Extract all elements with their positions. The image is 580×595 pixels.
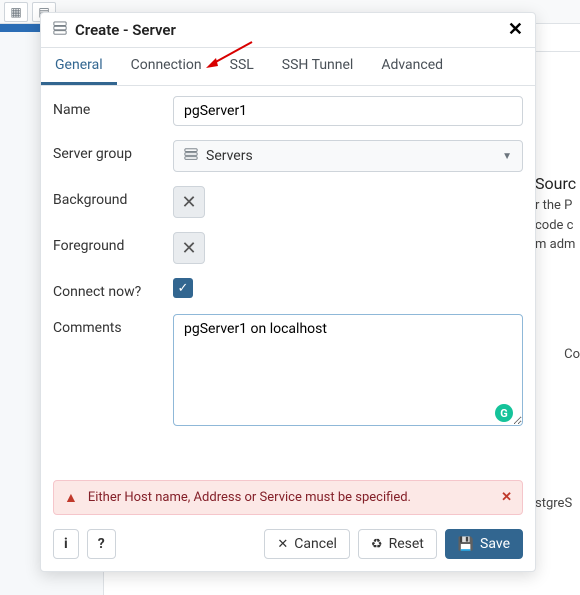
bg-right-heading: Sourc (535, 172, 580, 196)
grammarly-icon[interactable]: G (495, 404, 513, 422)
label-background: Background (53, 186, 173, 208)
bg-right-bottom: stgreS (535, 494, 580, 514)
comments-textarea[interactable]: pgServer1 on localhost (173, 314, 523, 426)
row-background: Background ✕ (53, 186, 523, 218)
tab-advanced[interactable]: Advanced (367, 48, 457, 85)
alert-close-icon[interactable]: ✕ (501, 490, 512, 505)
tab-connection[interactable]: Connection (117, 48, 216, 85)
cancel-label: Cancel (294, 536, 337, 552)
label-foreground: Foreground (53, 232, 173, 254)
dialog-tabs: General Connection SSL SSH Tunnel Advanc… (41, 48, 535, 86)
close-icon: ✕ (277, 537, 288, 552)
row-connect-now: Connect now? ✓ (53, 278, 523, 300)
bg-right-line: r the P (535, 196, 580, 216)
label-connect-now: Connect now? (53, 278, 173, 300)
alert-message: Either Host name, Address or Service mus… (88, 490, 411, 505)
bg-right-col: Co (535, 345, 580, 365)
cancel-button[interactable]: ✕ Cancel (264, 529, 350, 559)
recycle-icon: ♻ (371, 537, 383, 552)
dialog-header: Create - Server ✕ (41, 13, 535, 48)
clear-icon: ✕ (181, 192, 196, 213)
info-button[interactable]: i (53, 529, 79, 559)
help-icon: ? (98, 536, 105, 552)
row-server-group: Server group Servers ▼ (53, 140, 523, 172)
bg-right-line: code c (535, 216, 580, 236)
tab-ssl[interactable]: SSL (216, 48, 268, 85)
form-general: Name Server group Servers ▼ (41, 86, 535, 469)
create-server-dialog: Create - Server ✕ General Connection SSL… (40, 12, 536, 572)
chevron-down-icon: ▼ (502, 151, 512, 162)
save-label: Save (480, 536, 510, 552)
info-icon: i (64, 536, 68, 552)
bg-tool-grid-icon[interactable]: ▦ (4, 2, 28, 22)
error-alert: ▲ Either Host name, Address or Service m… (53, 480, 523, 515)
dialog-footer: ▲ Either Host name, Address or Service m… (41, 469, 535, 571)
label-comments: Comments (53, 314, 173, 336)
server-group-value: Servers (206, 148, 253, 164)
row-comments: Comments pgServer1 on localhost G (53, 314, 523, 430)
dialog-title-text: Create - Server (75, 21, 176, 39)
label-name: Name (53, 96, 173, 118)
label-server-group: Server group (53, 140, 173, 162)
save-button[interactable]: 💾 Save (445, 529, 523, 559)
dialog-title: Create - Server (53, 21, 176, 39)
reset-button[interactable]: ♻ Reset (358, 529, 437, 559)
clear-icon: ✕ (181, 238, 196, 259)
servers-icon (184, 147, 198, 165)
dialog-buttons: i ? ✕ Cancel ♻ Reset 💾 Save (53, 529, 523, 559)
server-icon (53, 21, 67, 39)
reset-label: Reset (389, 536, 424, 552)
connect-now-checkbox[interactable]: ✓ (173, 278, 193, 298)
name-input[interactable] (173, 96, 523, 126)
row-name: Name (53, 96, 523, 126)
help-button[interactable]: ? (87, 529, 116, 559)
background-color-button[interactable]: ✕ (173, 186, 205, 218)
save-icon: 💾 (458, 537, 474, 552)
bg-right-line: m adm (535, 235, 580, 255)
check-icon: ✓ (178, 281, 189, 296)
close-icon[interactable]: ✕ (508, 21, 523, 39)
bg-right-pane: Sourc r the P code c m adm Co stgreS (535, 52, 580, 514)
foreground-color-button[interactable]: ✕ (173, 232, 205, 264)
tab-ssh-tunnel[interactable]: SSH Tunnel (268, 48, 368, 85)
warning-icon: ▲ (64, 489, 78, 506)
server-group-select[interactable]: Servers ▼ (173, 140, 523, 172)
row-foreground: Foreground ✕ (53, 232, 523, 264)
tab-general[interactable]: General (41, 48, 117, 85)
